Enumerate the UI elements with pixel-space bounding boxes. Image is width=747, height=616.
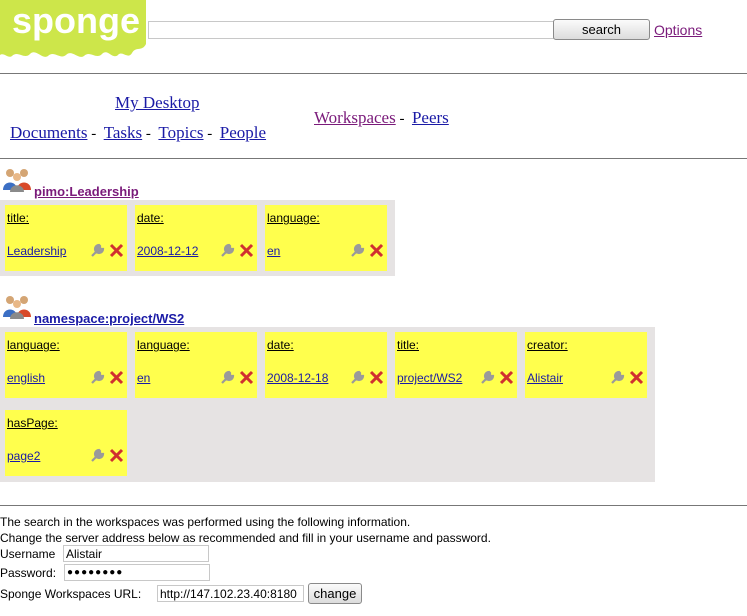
- nav-documents[interactable]: Documents: [10, 123, 87, 142]
- username-field[interactable]: [63, 545, 209, 562]
- property-card: creator: Alistair: [525, 332, 647, 398]
- people-group-icon: [3, 296, 31, 319]
- sponge-logo[interactable]: sponge: [0, 0, 146, 60]
- nav-bar-right: Workspaces - Peers: [314, 108, 449, 128]
- nav-people[interactable]: People: [220, 123, 266, 142]
- password-field[interactable]: ●●●●●●●●: [64, 564, 210, 581]
- property-value[interactable]: Alistair: [527, 371, 563, 385]
- people-group-icon: [3, 169, 31, 192]
- info-line-1: The search in the workspaces was perform…: [0, 515, 411, 529]
- property-card: date: 2008-12-18: [265, 332, 387, 398]
- wrench-icon[interactable]: [220, 370, 235, 385]
- property-label: date:: [267, 338, 294, 352]
- header-divider: [0, 73, 747, 74]
- username-label: Username: [0, 547, 56, 561]
- property-value[interactable]: Leadership: [7, 244, 66, 258]
- property-card: date: 2008-12-12: [135, 205, 257, 271]
- delete-icon[interactable]: [239, 243, 254, 258]
- workspace-title[interactable]: namespace:project/WS2: [34, 311, 184, 326]
- property-card: language: english: [5, 332, 127, 398]
- nav-separator: -: [399, 111, 405, 127]
- nav-separator: -: [207, 126, 213, 142]
- delete-icon[interactable]: [109, 370, 124, 385]
- property-value[interactable]: 2008-12-12: [137, 244, 198, 258]
- wrench-icon[interactable]: [610, 370, 625, 385]
- delete-icon[interactable]: [369, 243, 384, 258]
- search-input[interactable]: [148, 21, 554, 39]
- nav-workspaces[interactable]: Workspaces: [314, 108, 396, 127]
- wrench-icon[interactable]: [90, 448, 105, 463]
- property-value[interactable]: english: [7, 371, 45, 385]
- wrench-icon[interactable]: [90, 370, 105, 385]
- delete-icon[interactable]: [109, 448, 124, 463]
- property-label: hasPage:: [7, 416, 58, 430]
- info-line-2: Change the server address below as recom…: [0, 531, 491, 545]
- nav-my-desktop-wrap: My Desktop: [115, 93, 200, 113]
- delete-icon[interactable]: [369, 370, 384, 385]
- property-label: title:: [7, 211, 30, 225]
- nav-divider: [0, 158, 747, 159]
- property-value[interactable]: en: [267, 244, 280, 258]
- wrench-icon[interactable]: [350, 243, 365, 258]
- nav-my-desktop[interactable]: My Desktop: [115, 93, 200, 112]
- property-value[interactable]: 2008-12-18: [267, 371, 328, 385]
- property-label: title:: [397, 338, 420, 352]
- property-label: date:: [137, 211, 164, 225]
- property-label: language:: [7, 338, 60, 352]
- property-card: title: project/WS2: [395, 332, 517, 398]
- property-card: language: en: [135, 332, 257, 398]
- password-label: Password:: [0, 566, 57, 580]
- options-link[interactable]: Options: [654, 22, 702, 38]
- nav-bar: Documents - Tasks - Topics - People: [10, 123, 266, 143]
- property-card: title: Leadership: [5, 205, 127, 271]
- wrench-icon[interactable]: [350, 370, 365, 385]
- sponge-logo-graphic: sponge: [0, 0, 146, 57]
- wrench-icon[interactable]: [90, 243, 105, 258]
- wrench-icon[interactable]: [220, 243, 235, 258]
- workspaces-url-field[interactable]: [157, 585, 304, 602]
- url-label: Sponge Workspaces URL:: [0, 587, 142, 601]
- search-button[interactable]: search: [553, 19, 650, 40]
- property-card: hasPage: page2: [5, 410, 127, 476]
- nav-separator: -: [91, 126, 97, 142]
- nav-peers[interactable]: Peers: [412, 108, 449, 127]
- footer-divider: [0, 505, 747, 506]
- delete-icon[interactable]: [239, 370, 254, 385]
- property-label: language:: [267, 211, 320, 225]
- property-value[interactable]: project/WS2: [397, 371, 462, 385]
- nav-separator: -: [145, 126, 151, 142]
- property-value[interactable]: en: [137, 371, 150, 385]
- property-label: language:: [137, 338, 190, 352]
- property-label: creator:: [527, 338, 568, 352]
- property-card: language: en: [265, 205, 387, 271]
- logo-text: sponge: [12, 0, 140, 41]
- delete-icon[interactable]: [629, 370, 644, 385]
- nav-tasks[interactable]: Tasks: [104, 123, 142, 142]
- workspace-title[interactable]: pimo:Leadership: [34, 184, 139, 199]
- nav-topics[interactable]: Topics: [158, 123, 203, 142]
- delete-icon[interactable]: [109, 243, 124, 258]
- wrench-icon[interactable]: [480, 370, 495, 385]
- delete-icon[interactable]: [499, 370, 514, 385]
- property-value[interactable]: page2: [7, 449, 40, 463]
- change-button[interactable]: change: [308, 583, 362, 604]
